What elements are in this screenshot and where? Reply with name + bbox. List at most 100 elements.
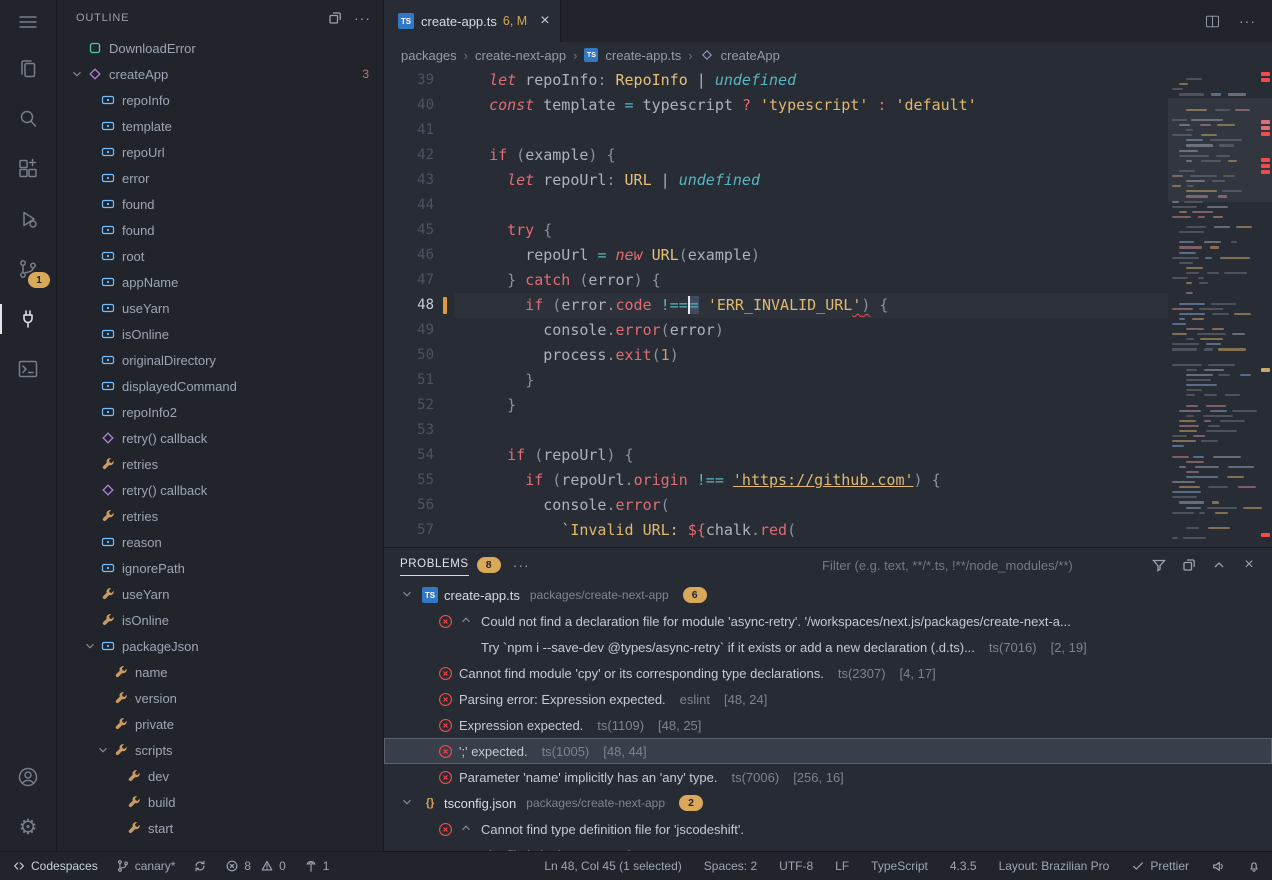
ts-version-indicator[interactable]: 4.3.5 xyxy=(939,852,988,880)
feedback-button[interactable] xyxy=(1200,852,1236,880)
outline-item[interactable]: private xyxy=(56,711,383,737)
collapse-all-icon[interactable] xyxy=(326,9,344,27)
code-line[interactable]: 52 } xyxy=(384,393,1168,418)
chevron-down-icon[interactable] xyxy=(400,587,416,603)
editor-more-actions-icon[interactable]: ··· xyxy=(1239,12,1256,30)
code-line[interactable]: 45 try { xyxy=(384,218,1168,243)
eol-indicator[interactable]: LF xyxy=(824,852,860,880)
split-editor-icon[interactable] xyxy=(1203,12,1221,30)
outline-item[interactable]: repoInfo xyxy=(56,87,383,113)
notifications-button[interactable] xyxy=(1236,852,1272,880)
sidebar-item-explorer[interactable] xyxy=(0,44,56,94)
panel-more-actions-icon[interactable]: ··· xyxy=(513,556,530,574)
outline-item[interactable]: found xyxy=(56,217,383,243)
problem-row[interactable]: Cannot find type definition file for 'js… xyxy=(384,816,1272,842)
outline-item[interactable]: appName xyxy=(56,269,383,295)
problems-summary[interactable]: 8 0 xyxy=(216,852,294,880)
outline-item[interactable]: isOnline xyxy=(56,607,383,633)
breadcrumb-packages[interactable]: packages xyxy=(401,48,457,63)
minimap[interactable] xyxy=(1168,68,1272,548)
outline-item[interactable]: root xyxy=(56,243,383,269)
problem-row-continuation[interactable]: Try `npm i --save-dev @types/async-retry… xyxy=(384,634,1272,660)
chevron-up-icon[interactable] xyxy=(459,613,475,629)
chevron-down-icon[interactable] xyxy=(83,638,100,654)
outline-item[interactable]: ignorePath xyxy=(56,555,383,581)
problem-row[interactable]: ';' expected.ts(1005)[48, 44] xyxy=(384,738,1272,764)
outline-item[interactable]: packageJson xyxy=(56,633,383,659)
outline-item[interactable]: retries xyxy=(56,503,383,529)
chevron-down-icon[interactable] xyxy=(70,66,87,82)
sidebar-item-remote-explorer[interactable] xyxy=(0,294,56,344)
outline-item[interactable]: name xyxy=(56,659,383,685)
filter-icon[interactable] xyxy=(1150,556,1168,574)
code-line[interactable]: 46 repoUrl = new URL(example) xyxy=(384,243,1168,268)
tab-create-app-ts[interactable]: TS create-app.ts 6, M × xyxy=(384,0,561,42)
problem-file-row[interactable]: TScreate-app.tspackages/create-next-app6 xyxy=(384,582,1272,608)
sync-button[interactable] xyxy=(184,852,216,880)
code-line[interactable]: 48 if (error.code !=== 'ERR_INVALID_URL'… xyxy=(384,293,1168,318)
code-line[interactable]: 43 let repoUrl: URL | undefined xyxy=(384,168,1168,193)
code-line[interactable]: 51 } xyxy=(384,368,1168,393)
code-line[interactable]: 41 xyxy=(384,118,1168,143)
problem-row[interactable]: Parameter 'name' implicitly has an 'any'… xyxy=(384,764,1272,790)
outline-item[interactable]: displayedCommand xyxy=(56,373,383,399)
code-line[interactable]: 42 if (example) { xyxy=(384,143,1168,168)
ports-indicator[interactable]: 1 xyxy=(295,852,339,880)
formatter-indicator[interactable]: Prettier xyxy=(1120,852,1200,880)
code-line[interactable]: 47 } catch (error) { xyxy=(384,268,1168,293)
sidebar-item-extensions[interactable] xyxy=(0,144,56,194)
sidebar-item-run-debug[interactable] xyxy=(0,194,56,244)
outline-item[interactable]: useYarn xyxy=(56,581,383,607)
outline-item[interactable]: error xyxy=(56,165,383,191)
code-line[interactable]: 54 if (repoUrl) { xyxy=(384,443,1168,468)
outline-item[interactable]: template xyxy=(56,113,383,139)
chevron-down-icon[interactable] xyxy=(400,795,416,811)
outline-item[interactable]: originalDirectory xyxy=(56,347,383,373)
outline-item[interactable]: createApp3 xyxy=(56,61,383,87)
problems-filter-input[interactable] xyxy=(820,557,1124,574)
outline-item[interactable]: start xyxy=(56,815,383,841)
outline-item[interactable]: found xyxy=(56,191,383,217)
sidebar-item-remote-terminal[interactable] xyxy=(0,344,56,394)
chevron-up-icon[interactable] xyxy=(459,821,475,837)
layout-indicator[interactable]: Layout: Brazilian Pro xyxy=(988,852,1121,880)
outline-item[interactable]: reason xyxy=(56,529,383,555)
line-col-indicator[interactable]: Ln 48, Col 45 (1 selected) xyxy=(533,852,692,880)
outline-item[interactable]: retry() callback xyxy=(56,477,383,503)
language-indicator[interactable]: TypeScript xyxy=(860,852,939,880)
problem-row[interactable]: Expression expected.ts(1109)[48, 25] xyxy=(384,712,1272,738)
breadcrumb-file[interactable]: create-app.ts xyxy=(605,48,681,63)
branch-indicator[interactable]: canary* xyxy=(107,852,185,880)
problem-file-row[interactable]: {}tsconfig.jsonpackages/create-next-app2 xyxy=(384,790,1272,816)
outline-item[interactable]: repoUrl xyxy=(56,139,383,165)
outline-item[interactable]: DownloadError xyxy=(56,35,383,61)
code-line[interactable]: 49 console.error(error) xyxy=(384,318,1168,343)
outline-item[interactable]: version xyxy=(56,685,383,711)
indentation-indicator[interactable]: Spaces: 2 xyxy=(693,852,768,880)
close-panel-icon[interactable]: × xyxy=(1240,556,1258,574)
code-line[interactable]: 39 let repoInfo: RepoInfo | undefined xyxy=(384,68,1168,93)
code-line[interactable]: 55 if (repoUrl.origin !== 'https://githu… xyxy=(384,468,1168,493)
code-line[interactable]: 50 process.exit(1) xyxy=(384,343,1168,368)
code-line[interactable]: 53 xyxy=(384,418,1168,443)
code-line[interactable]: 40 const template = typescript ? 'typesc… xyxy=(384,93,1168,118)
problem-row[interactable]: Could not find a declaration file for mo… xyxy=(384,608,1272,634)
problem-row[interactable]: Cannot find module 'cpy' or its correspo… xyxy=(384,660,1272,686)
sidebar-item-search[interactable] xyxy=(0,94,56,144)
code-editor[interactable]: 39 let repoInfo: RepoInfo | undefined40 … xyxy=(384,68,1272,548)
collapse-all-icon[interactable] xyxy=(1180,556,1198,574)
account-button[interactable] xyxy=(0,752,56,802)
sidebar-item-source-control[interactable]: 1 xyxy=(0,244,56,294)
outline-more-actions[interactable]: ··· xyxy=(354,9,371,27)
chevron-down-icon[interactable] xyxy=(96,742,113,758)
close-tab-icon[interactable]: × xyxy=(540,13,549,29)
outline-item[interactable]: build xyxy=(56,789,383,815)
outline-item[interactable]: retry() callback xyxy=(56,425,383,451)
code-line[interactable]: 44 xyxy=(384,193,1168,218)
code-line[interactable]: 57 `Invalid URL: ${chalk.red( xyxy=(384,518,1168,543)
tab-problems[interactable]: PROBLEMS 8 xyxy=(400,554,501,576)
code-area[interactable]: 39 let repoInfo: RepoInfo | undefined40 … xyxy=(384,68,1168,548)
code-line[interactable]: 56 console.error( xyxy=(384,493,1168,518)
menu-button[interactable] xyxy=(0,0,56,44)
outline-item[interactable]: retries xyxy=(56,451,383,477)
